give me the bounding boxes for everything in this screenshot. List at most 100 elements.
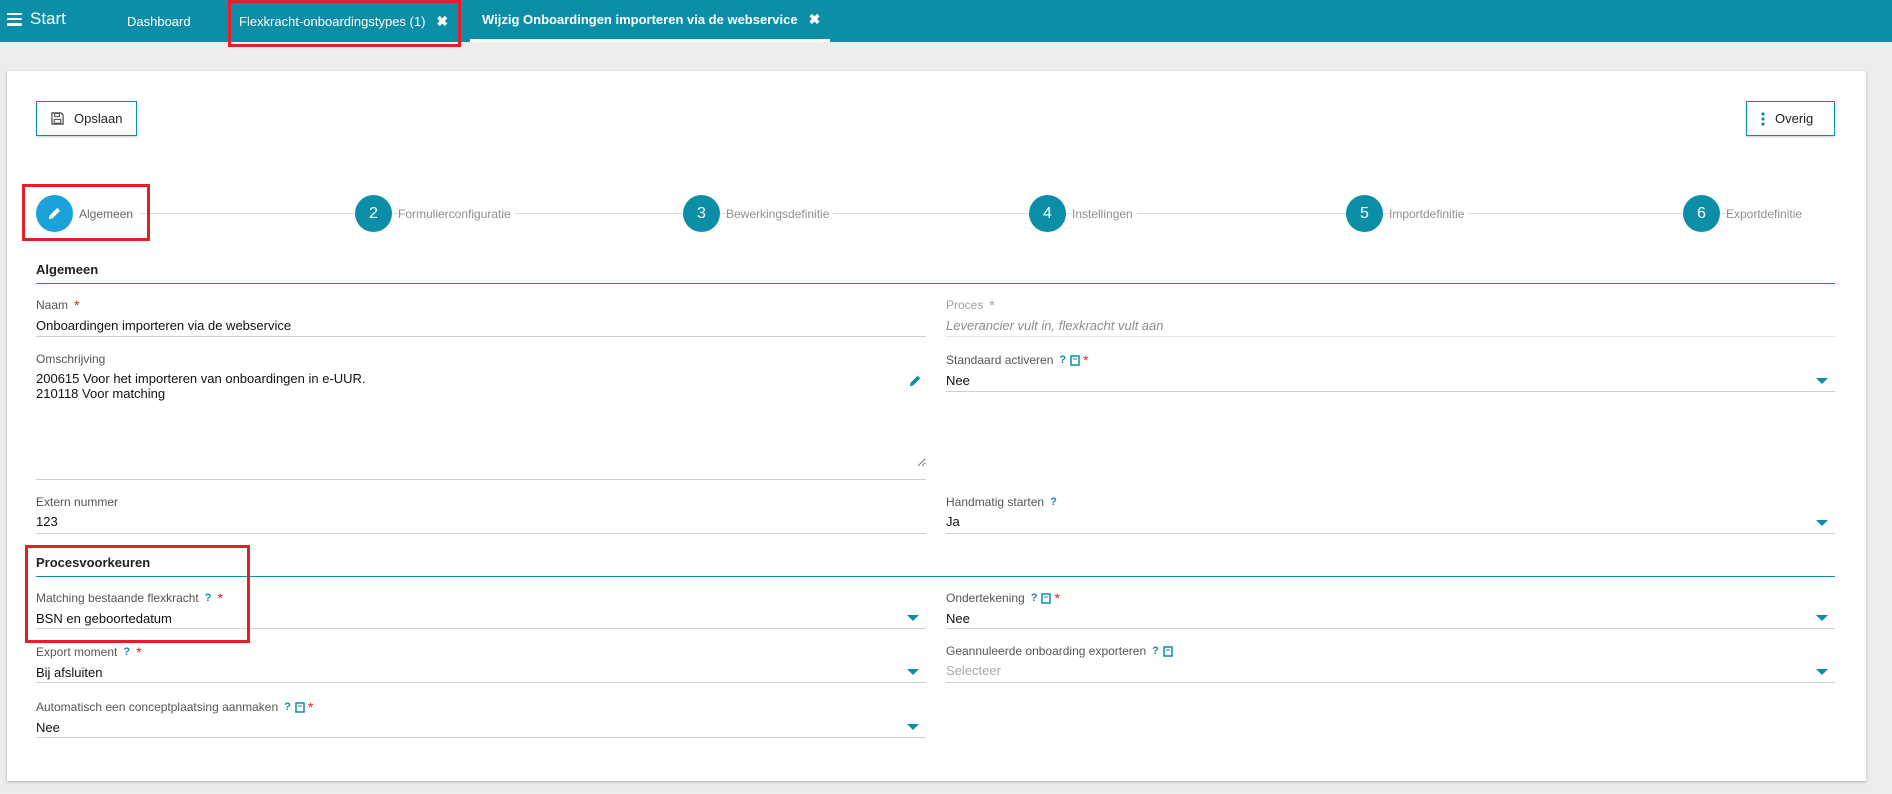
close-tab-icon[interactable]: ✖ (809, 11, 821, 28)
proces-value: Leverancier vult in, flexkracht vult aan (946, 318, 1164, 333)
omschrijving-field[interactable]: Omschrijving (36, 352, 926, 480)
handmatig-starten-value[interactable]: Ja (946, 514, 1835, 529)
conceptplaatsing-label: Automatisch een conceptplaatsing aanmake… (36, 699, 926, 715)
chevron-down-icon[interactable] (907, 724, 919, 730)
tab-dashboard-label[interactable]: Dashboard (127, 14, 191, 29)
step-label[interactable]: Exportdefinitie (1726, 206, 1807, 221)
step-algemeen[interactable]: Algemeen (36, 195, 138, 232)
more-button-label[interactable]: Overig (1775, 111, 1813, 126)
step-label[interactable]: Algemeen (79, 206, 138, 221)
chevron-down-icon[interactable] (907, 669, 919, 675)
help-icon[interactable]: ? (123, 646, 130, 658)
chevron-down-icon[interactable] (1816, 669, 1828, 675)
tab-flexkracht-onboardingstypes-label[interactable]: Flexkracht-onboardingstypes (1) (239, 14, 425, 29)
book-icon[interactable] (295, 701, 305, 713)
geannuleerde-placeholder[interactable]: Selecteer (946, 663, 1835, 678)
field-underline (946, 682, 1835, 683)
naam-field[interactable]: Naam * Onboardingen importeren via de web… (36, 297, 926, 337)
step-importdefinitie[interactable]: 5 Importdefinitie (1346, 195, 1469, 232)
export-moment-value[interactable]: Bij afsluiten (36, 665, 926, 680)
save-button[interactable]: Opslaan (36, 101, 138, 136)
step-label[interactable]: Importdefinitie (1389, 206, 1469, 221)
start-menu[interactable]: Start (7, 9, 66, 29)
step-bewerkingsdefinitie[interactable]: 3 Bewerkingsdefinitie (683, 195, 834, 232)
field-underline (946, 391, 1835, 392)
book-icon[interactable] (1070, 354, 1080, 366)
standaard-activeren-value[interactable]: Nee (946, 373, 1835, 388)
proces-field: Proces * Leverancier vult in, flexkracht … (946, 297, 1835, 337)
export-moment-label: Export moment? * (36, 644, 926, 660)
naam-input[interactable]: Onboardingen importeren via de webservic… (36, 318, 926, 333)
standaard-activeren-select[interactable]: Standaard activeren? * Nee (946, 352, 1835, 392)
ondertekening-label: Ondertekening? * (946, 590, 1835, 606)
book-icon[interactable] (1163, 645, 1173, 657)
ondertekening-value[interactable]: Nee (946, 611, 1835, 626)
help-icon[interactable]: ? (1152, 645, 1159, 657)
ondertekening-select[interactable]: Ondertekening? * Nee (946, 590, 1835, 629)
chevron-down-icon[interactable] (1816, 520, 1828, 526)
geannuleerde-select[interactable]: Geannuleerde onboarding exporteren? Sele… (946, 644, 1835, 683)
extern-nummer-label-text: Extern nummer (36, 495, 119, 509)
omschrijving-label: Omschrijving (36, 352, 926, 366)
save-button-label[interactable]: Opslaan (74, 111, 122, 126)
field-underline (36, 628, 926, 629)
help-icon[interactable]: ? (1050, 496, 1057, 508)
step-circle-5[interactable]: 5 (1346, 195, 1383, 232)
step-circle-2[interactable]: 2 (355, 195, 392, 232)
section-divider (36, 283, 1835, 284)
extern-nummer-input[interactable]: 123 (36, 514, 926, 529)
more-button[interactable]: Overig (1746, 101, 1835, 136)
edit-pencil-icon[interactable] (908, 374, 922, 388)
tab-dashboard[interactable]: Dashboard (127, 0, 191, 42)
top-navigation-bar: Start Dashboard Flexkracht-onboardingsty… (0, 0, 1892, 42)
tab-flexkracht-onboardingstypes[interactable]: Flexkracht-onboardingstypes (1) ✖ (239, 0, 448, 42)
proces-label: Proces * (946, 297, 1835, 313)
required-marker: * (307, 699, 314, 715)
geannuleerde-label: Geannuleerde onboarding exporteren? (946, 644, 1835, 658)
help-icon[interactable]: ? (1059, 354, 1066, 366)
step-circle-1[interactable] (36, 195, 73, 232)
hamburger-menu-icon[interactable] (7, 12, 22, 26)
required-marker: * (989, 297, 995, 313)
section-title-process: Procesvoorkeuren (36, 555, 151, 570)
tab-wijzig-onboardingen[interactable]: Wijzig Onboardingen importeren via de we… (470, 0, 831, 42)
omschrijving-textarea[interactable] (36, 371, 926, 467)
step-label[interactable]: Bewerkingsdefinitie (726, 206, 834, 221)
step-label[interactable]: Formulierconfiguratie (398, 206, 515, 221)
matching-select[interactable]: Matching bestaande flexkracht? * BSN en g… (36, 590, 926, 629)
save-icon (51, 112, 64, 125)
kebab-menu-icon (1761, 111, 1765, 126)
start-label[interactable]: Start (30, 9, 66, 29)
step-circle-6[interactable]: 6 (1683, 195, 1720, 232)
scrollbar[interactable] (1880, 42, 1892, 794)
step-label[interactable]: Instellingen (1072, 206, 1137, 221)
book-icon[interactable] (1041, 592, 1052, 604)
help-icon[interactable]: ? (284, 701, 291, 713)
tab-wijzig-onboardingen-label[interactable]: Wijzig Onboardingen importeren via de we… (482, 12, 798, 27)
matching-label: Matching bestaande flexkracht? * (36, 590, 926, 606)
omschrijving-label-text: Omschrijving (36, 352, 106, 366)
step-formulierconfiguratie[interactable]: 2 Formulierconfiguratie (355, 195, 515, 232)
step-exportdefinitie[interactable]: 6 Exportdefinitie (1683, 195, 1807, 232)
matching-value[interactable]: BSN en geboortedatum (36, 611, 926, 626)
close-tab-icon[interactable]: ✖ (436, 13, 448, 30)
handmatig-starten-label: Handmatig starten? (946, 495, 1835, 509)
chevron-down-icon[interactable] (907, 615, 919, 621)
chevron-down-icon[interactable] (1816, 615, 1828, 621)
extern-nummer-label: Extern nummer (36, 495, 926, 509)
help-icon[interactable]: ? (1031, 592, 1038, 604)
export-moment-select[interactable]: Export moment? * Bij afsluiten (36, 644, 926, 683)
help-icon[interactable]: ? (205, 592, 212, 604)
extern-nummer-field[interactable]: Extern nummer 123 (36, 495, 926, 534)
conceptplaatsing-value[interactable]: Nee (36, 720, 926, 735)
chevron-down-icon[interactable] (1816, 378, 1828, 384)
section-title-general: Algemeen (36, 262, 99, 277)
step-circle-4[interactable]: 4 (1029, 195, 1066, 232)
conceptplaatsing-select[interactable]: Automatisch een conceptplaatsing aanmake… (36, 699, 926, 738)
step-instellingen[interactable]: 4 Instellingen (1029, 195, 1137, 232)
handmatig-starten-select[interactable]: Handmatig starten? Ja (946, 495, 1835, 534)
field-underline (36, 533, 926, 534)
section-divider (36, 576, 1835, 577)
step-circle-3[interactable]: 3 (683, 195, 720, 232)
pencil-icon (48, 207, 61, 220)
